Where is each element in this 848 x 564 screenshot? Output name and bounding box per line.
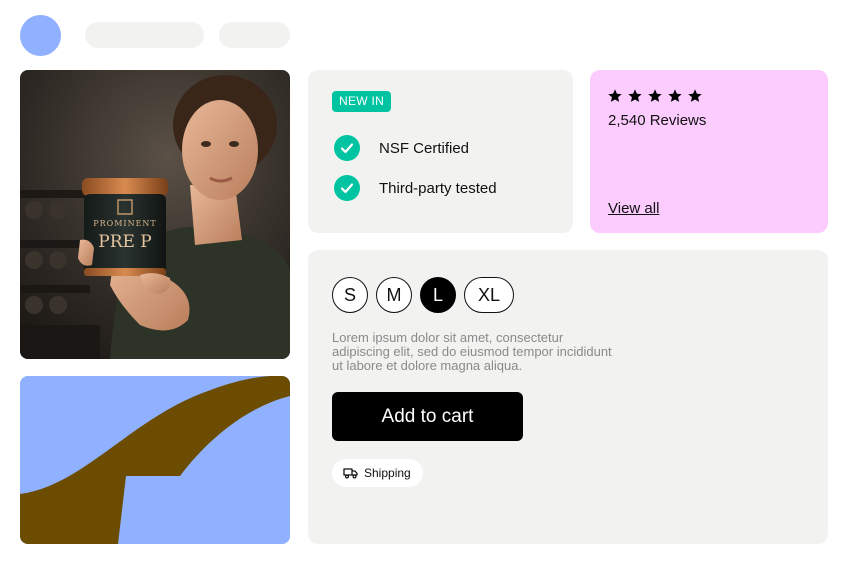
star-icon bbox=[628, 89, 642, 102]
feature-label: Third-party tested bbox=[379, 179, 497, 197]
check-icon bbox=[334, 135, 360, 161]
star-icon bbox=[668, 89, 682, 102]
size-selector: S M L XL bbox=[332, 277, 514, 313]
shipping-chip[interactable]: Shipping bbox=[332, 459, 423, 487]
size-option-l[interactable]: L bbox=[420, 277, 456, 313]
feature-label: NSF Certified bbox=[379, 139, 470, 157]
product-photo: PROMINENT PRE P bbox=[20, 70, 290, 359]
add-to-cart-button[interactable]: Add to cart bbox=[332, 392, 523, 441]
reviews-count: 2,540 Reviews bbox=[608, 112, 707, 129]
feature-item: NSF Certified bbox=[334, 135, 469, 161]
star-icon bbox=[648, 89, 662, 102]
header-placeholder-1 bbox=[85, 22, 204, 48]
header-placeholder-2 bbox=[219, 22, 290, 48]
product-description: Lorem ipsum dolor sit amet, consectetur … bbox=[332, 330, 612, 373]
size-option-s[interactable]: S bbox=[332, 277, 368, 313]
star-icon bbox=[688, 89, 702, 102]
new-in-badge: NEW IN bbox=[332, 91, 392, 112]
reviews-card: 2,540 Reviews View all bbox=[590, 70, 828, 233]
size-option-m[interactable]: M bbox=[376, 277, 412, 313]
feature-item: Third-party tested bbox=[334, 175, 497, 201]
shipping-label: Shipping bbox=[364, 466, 411, 480]
abstract-art-card bbox=[20, 376, 290, 544]
size-option-xl[interactable]: XL bbox=[464, 277, 514, 313]
features-card: NEW IN NSF Certified Third-party tested bbox=[308, 70, 573, 233]
jar-brand: PROMINENT bbox=[93, 219, 157, 228]
star-icon bbox=[608, 89, 622, 102]
truck-icon bbox=[343, 468, 358, 479]
view-all-link[interactable]: View all bbox=[608, 200, 659, 217]
check-icon bbox=[334, 175, 360, 201]
purchase-card: S M L XL Lorem ipsum dolor sit amet, con… bbox=[308, 250, 828, 544]
jar-name: PRE P bbox=[98, 232, 152, 252]
avatar[interactable] bbox=[20, 15, 61, 56]
rating-stars bbox=[607, 88, 703, 104]
